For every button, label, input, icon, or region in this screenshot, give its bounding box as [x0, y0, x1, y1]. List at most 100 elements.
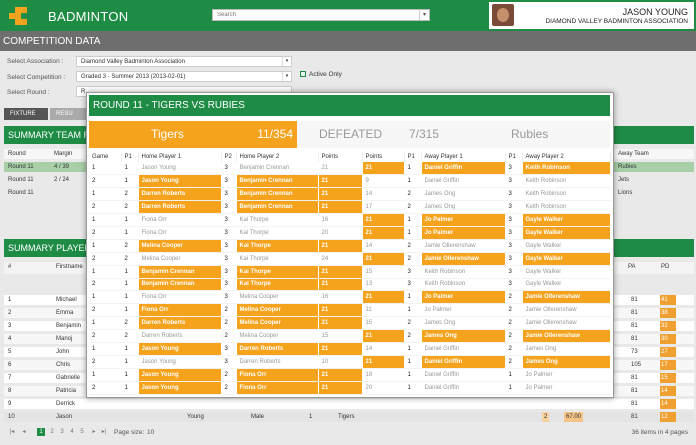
away-points-cell: 21: [362, 252, 405, 266]
away-team-name: Rubies: [511, 127, 549, 141]
margin-cell: 2 / 24: [54, 177, 70, 183]
table-row[interactable]: 2 1 Jason Young 2 Fiona Orr 21 20 1 Daniel Griff…: [89, 381, 611, 395]
home-player-1-cell: Benjamin Crennan: [138, 278, 222, 292]
pd-cell: 38: [660, 308, 676, 318]
away-p1-cell: 2: [404, 252, 422, 266]
firstname-cell: Gabrielle: [56, 375, 81, 381]
home-player-2-cell: Benjamin Crennan: [236, 200, 319, 215]
table-row[interactable]: 1 2 Darren Roberts 2 Melina Cooper 21 15 2 James…: [89, 316, 611, 331]
away-player-2-cell: Jo Palmer: [522, 368, 611, 382]
page-3[interactable]: 3: [58, 428, 66, 436]
pd-cell: 32: [660, 321, 676, 331]
active-only-toggle[interactable]: Active Only: [300, 71, 342, 78]
chevron-down-icon[interactable]: ▾: [282, 72, 291, 81]
table-row[interactable]: 2 1 Benjamin Crennan 3 Kai Thorpe 21 13 3 Keith …: [89, 278, 611, 292]
team-cell: Tigers: [338, 414, 355, 420]
table-row[interactable]: 2 1 Fiona Orr 2 Melina Cooper 21 11 1 Jo Palmer 2…: [89, 303, 611, 318]
firstname-cell: Chris: [56, 362, 71, 368]
away-player-1-cell: Jo Palmer: [421, 213, 506, 227]
home-points-cell: 24: [318, 252, 363, 266]
search-input[interactable]: [213, 10, 413, 20]
p2-cell: 3: [221, 187, 237, 202]
table-row[interactable]: 2 2 Darren Roberts 3 Benjamin Crennan 21 17 2 Ja…: [89, 200, 611, 215]
col-margin: Margin: [54, 151, 73, 157]
home-player-1-cell: Jason Young: [138, 368, 222, 382]
row-number-cell: 7: [8, 375, 12, 381]
p2-cell: 3: [221, 342, 237, 356]
table-row[interactable]: 1 2 Melina Cooper 3 Kai Thorpe 21 14 2 Jamie Oll…: [89, 239, 611, 253]
firstname-cell: Derrick: [56, 401, 75, 407]
away-p2-cell: 3: [505, 265, 523, 279]
table-row[interactable]: 1 2 Darren Roberts 3 Benjamin Crennan 21 14 2 Ja…: [89, 187, 611, 202]
away-player-2-cell: Jamie Ollerenshaw: [522, 316, 611, 331]
home-points-cell: 21: [318, 162, 363, 176]
home-points-cell: 15: [318, 329, 363, 343]
tab-fixture[interactable]: FIXTURE: [4, 108, 48, 120]
user-panel[interactable]: JASON YOUNG DIAMOND VALLEY BADMINTON ASS…: [489, 2, 694, 29]
tab-results[interactable]: RESU: [50, 108, 88, 120]
first-page-icon[interactable]: |◂: [8, 428, 16, 436]
table-row[interactable]: 1 1 Fiona Orr 3 Kai Thorpe 16 21 1 Jo Palmer 3 Gay…: [89, 213, 611, 227]
page-size-select[interactable]: 10: [147, 429, 154, 436]
away-points-cell: 21: [362, 329, 405, 343]
page-4[interactable]: 4: [68, 428, 76, 436]
home-points-cell: 21: [318, 316, 363, 331]
table-row[interactable]: 2 1 Jason Young 3 Benjamin Crennan 21 9 1 Daniel…: [89, 174, 611, 189]
home-points-cell: 21: [318, 200, 363, 215]
chevron-down-icon[interactable]: ▾: [282, 57, 291, 66]
row-number-cell: 10: [8, 414, 15, 420]
game-cell: 1: [89, 239, 122, 253]
firstname-cell: Michael: [56, 297, 77, 303]
firstname-cell: Jason: [56, 414, 73, 420]
table-row[interactable]: 1 1 Jason Young 3 Darren Roberts 21 14 1 Daniel …: [89, 342, 611, 356]
table-row[interactable]: 1 1 Fiona Orr 3 Melina Cooper 16 21 1 Jo Palmer 2…: [89, 290, 611, 305]
scoreboard: Tigers 11/354 DEFEATED 7/315 Rubies: [89, 121, 610, 148]
home-player-1-cell: Melina Cooper: [138, 252, 222, 266]
away-player-2-cell: Jamie Ollerenshaw: [522, 303, 611, 318]
game-cell: 2: [89, 252, 122, 266]
last-page-icon[interactable]: ▸|: [100, 428, 108, 436]
table-row[interactable]: 2 1 Fiona Orr 3 Kai Thorpe 20 21 1 Jo Palmer 3 Gay…: [89, 226, 611, 240]
chevron-down-icon[interactable]: ▾: [419, 10, 429, 20]
away-player-1-cell: Daniel Griffin: [421, 162, 506, 176]
checkbox-icon[interactable]: [300, 71, 306, 78]
home-player-1-cell: Darren Roberts: [138, 316, 222, 331]
match-result: DEFEATED: [319, 127, 383, 141]
table-row[interactable]: 1 1 Jason Young 3 Benjamin Crennan 21 21 1 Danie…: [89, 162, 611, 176]
table-row[interactable]: 1 1 Benjamin Crennan 3 Kai Thorpe 21 15 3 Keith …: [89, 265, 611, 279]
away-points-cell: 21: [362, 213, 405, 227]
page-2[interactable]: 2: [48, 428, 56, 436]
avatar[interactable]: [492, 4, 514, 26]
table-row[interactable]: 9 Derrick 81 14: [4, 399, 694, 409]
home-player-1-cell: Darren Roberts: [138, 200, 222, 215]
page-size-label: Page size:: [114, 429, 145, 436]
col-pd: PD: [661, 264, 670, 270]
game-cell: 1: [89, 368, 122, 382]
away-player-1-cell: Keith Robinson: [421, 278, 506, 292]
page-info: 36 items in 4 pages: [631, 429, 688, 436]
row-number-cell: 2: [8, 310, 12, 316]
page-5[interactable]: 5: [78, 428, 86, 436]
away-p1-cell: 1: [404, 174, 422, 189]
prev-page-icon[interactable]: ◂: [20, 428, 28, 436]
competition-select[interactable]: Graded 3 - Summer 2013 (2013-02-01) ▾: [76, 71, 292, 82]
next-page-icon[interactable]: ▸: [90, 428, 98, 436]
table-row[interactable]: 2 2 Darren Roberts 2 Melina Cooper 15 21 2 James…: [89, 329, 611, 343]
home-points-cell: 21: [318, 303, 363, 318]
table-row[interactable]: 10 Jason Young Male 1 Tigers 81 2 67.00 12: [4, 412, 694, 422]
p1-cell: 1: [121, 368, 139, 382]
table-row[interactable]: 1 1 Jason Young 2 Fiona Orr 21 18 1 Daniel Griff…: [89, 368, 611, 382]
table-row[interactable]: 2 1 Jason Young 3 Darren Roberts 10 21 1 Daniel …: [89, 355, 611, 369]
table-row[interactable]: 2 2 Melina Cooper 3 Kai Thorpe 24 21 2 Jamie Oll…: [89, 252, 611, 266]
home-player-1-cell: Fiona Orr: [138, 290, 222, 305]
pager: |◂ ◂ 1 2 3 4 5 ▸ ▸| Page size: 10 36 ite…: [0, 425, 696, 439]
away-points-cell: 18: [362, 368, 405, 382]
search-box[interactable]: ▾: [212, 9, 430, 21]
pa-cell: 81: [631, 336, 638, 342]
home-player-2-cell: Kai Thorpe: [236, 239, 319, 253]
home-player-1-cell: Jason Young: [138, 355, 222, 369]
game-cell: 1: [89, 342, 122, 356]
lastname-cell: Young: [187, 414, 204, 420]
page-1[interactable]: 1: [37, 428, 45, 436]
association-select[interactable]: Diamond Valley Badminton Association ▾: [76, 56, 292, 67]
